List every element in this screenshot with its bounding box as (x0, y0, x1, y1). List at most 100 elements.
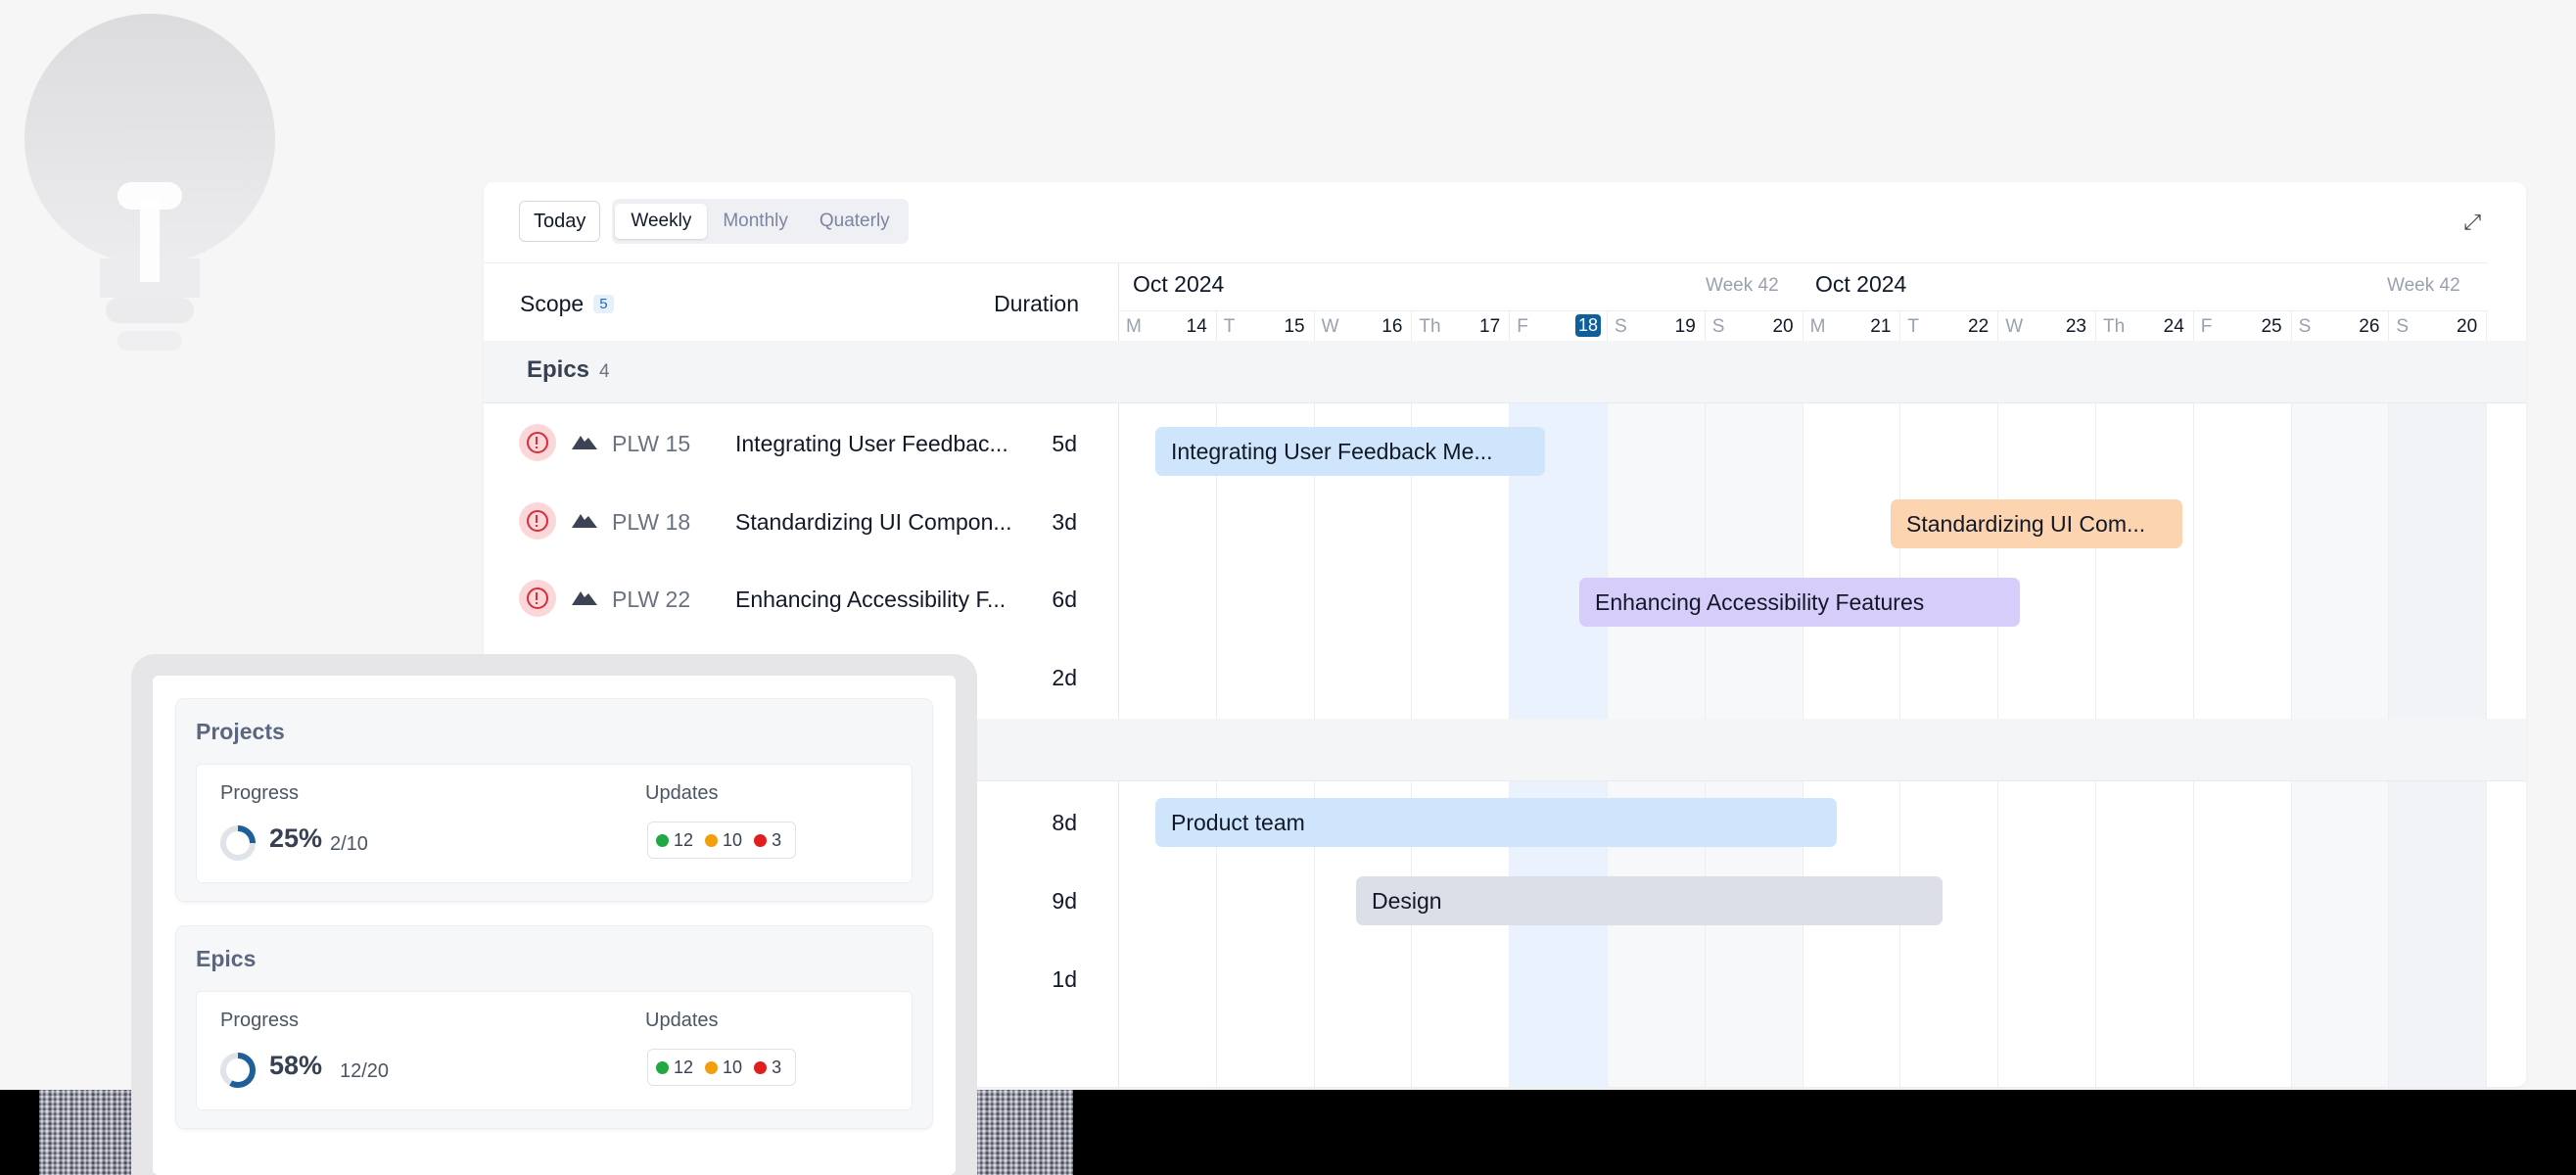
month-label: Oct 2024 (1133, 271, 1225, 297)
update-count-red: 3 (754, 1058, 781, 1078)
gantt-bar[interactable]: Design (1356, 876, 1943, 925)
day-number: 22 (1968, 316, 1990, 337)
day-number: 23 (2065, 316, 2086, 337)
progress-fraction: 12/20 (340, 1060, 390, 1082)
update-count-value: 10 (723, 1057, 743, 1077)
progress-fraction: 2/10 (330, 833, 368, 855)
issue-duration: 1d (1052, 966, 1077, 992)
update-count-red: 3 (754, 830, 781, 851)
day-header-cell: M 21 (1803, 311, 1901, 343)
day-number: 20 (2457, 316, 2478, 337)
gantt-bar[interactable]: Enhancing Accessibility Features (1579, 578, 2020, 627)
day-number: 17 (1479, 316, 1501, 337)
weekday-letter: S (1711, 316, 1725, 337)
epic-row[interactable]: PLW 22 Enhancing Accessibility F... 6d (484, 560, 1118, 637)
day-number: 25 (2261, 316, 2282, 337)
grid-column (1608, 341, 1706, 1087)
issue-name: Standardizing UI Compon... (735, 509, 1012, 535)
issue-key: PLW 22 (612, 587, 691, 612)
day-header-cell: S 19 (1608, 311, 1706, 343)
updates-label: Updates (645, 782, 719, 804)
urgent-priority-icon (519, 424, 556, 461)
grid-column (2194, 341, 2292, 1087)
day-header-cell: S 26 (2292, 311, 2390, 343)
issue-duration: 5d (1052, 431, 1077, 456)
issue-duration: 3d (1052, 509, 1077, 535)
epic-icon (572, 436, 597, 449)
update-count-orange: 10 (705, 830, 742, 851)
issue-name: Integrating User Feedbac... (735, 431, 1008, 456)
weekday-letter: F (2200, 316, 2213, 337)
week-label: Week 42 (2387, 275, 2460, 296)
weekday-letter: S (1615, 316, 1627, 337)
projects-summary: Projects Progress 25% 2/10 Updates 12 10… (176, 699, 932, 901)
orange-dot-icon (705, 1060, 719, 1074)
weekday-letter: Th (1419, 316, 1441, 337)
section-title: Epics (196, 946, 257, 971)
day-number: 24 (2163, 316, 2184, 337)
group-title: Epics 4 (527, 356, 610, 384)
day-number: 26 (2359, 316, 2380, 337)
toolbar: Today Weekly Monthly Quaterly (519, 199, 909, 244)
day-header-cell: T 22 (1900, 311, 1999, 343)
gantt-bar[interactable]: Standardizing UI Com... (1891, 499, 2182, 548)
summary-card: Projects Progress 25% 2/10 Updates 12 10… (131, 654, 977, 1175)
issue-key: PLW 15 (612, 431, 691, 456)
day-number: 14 (1186, 316, 1207, 337)
orange-dot-icon (705, 833, 719, 847)
weekday-letter: S (2298, 316, 2312, 337)
updates-pill[interactable]: 12 10 3 (647, 1049, 797, 1086)
gantt-bar[interactable]: Product team (1155, 798, 1837, 847)
update-count-value: 3 (772, 1057, 782, 1077)
weekday-letter: W (1321, 316, 1339, 337)
epic-row[interactable]: PLW 18 Standardizing UI Compon... 3d (484, 483, 1118, 560)
group-header-epics[interactable]: Epics 4 (484, 341, 2526, 403)
issue-duration: 8d (1052, 810, 1077, 835)
urgent-priority-icon (519, 502, 556, 540)
today-button[interactable]: Today (519, 201, 601, 242)
issue-key: PLW 18 (612, 509, 691, 535)
grid-column (1900, 341, 1999, 1087)
list-header: Scope 5 Duration (484, 262, 1118, 343)
group-count: 4 (599, 361, 610, 382)
day-header-cell: W 16 (1315, 311, 1413, 343)
weekday-letter: T (1907, 316, 1919, 337)
scope-header: Scope 5 (520, 291, 614, 317)
lightbulb-icon (24, 14, 275, 351)
updates-pill[interactable]: 12 10 3 (647, 822, 797, 859)
update-count-value: 12 (674, 1057, 694, 1077)
scope-label: Scope (520, 291, 585, 316)
grid-column (2389, 341, 2488, 1087)
expand-icon[interactable]: ⤢ (2463, 210, 2481, 235)
epic-row[interactable]: PLW 15 Integrating User Feedbac... 5d (484, 404, 1118, 482)
progress-ring-icon (220, 825, 256, 861)
day-header-cell: W 23 (1998, 311, 2096, 343)
section-title: Projects (196, 719, 285, 744)
update-count-green: 12 (656, 1058, 693, 1078)
day-header-cell: M 14 (1119, 311, 1217, 343)
weekday-letter: M (1126, 316, 1142, 337)
issue-duration: 9d (1052, 888, 1077, 914)
day-header-cell: S 20 (2389, 311, 2488, 343)
update-count-orange: 10 (705, 1058, 742, 1078)
tab-weekly[interactable]: Weekly (615, 204, 708, 239)
weekday-letter: Th (2103, 316, 2126, 337)
duration-header: Duration (994, 291, 1079, 316)
day-number: 19 (1674, 316, 1696, 337)
summary-panel: Projects Progress 25% 2/10 Updates 12 10… (153, 676, 956, 1175)
day-number: 21 (1870, 316, 1892, 337)
grid-column (1803, 341, 1901, 1087)
issue-duration: 2d (1052, 665, 1077, 690)
day-number: 16 (1382, 316, 1403, 337)
issue-name: Enhancing Accessibility F... (735, 587, 1007, 612)
green-dot-icon (656, 1060, 669, 1074)
tab-quaterly[interactable]: Quaterly (804, 204, 906, 239)
epics-summary: Epics Progress 58% 12/20 Updates 12 10 3 (176, 926, 932, 1128)
tab-monthly[interactable]: Monthly (707, 204, 804, 239)
gantt-bar[interactable]: Integrating User Feedback Me... (1155, 427, 1545, 476)
section-box: Progress 25% 2/10 Updates 12 10 3 (196, 764, 913, 883)
day-number: 20 (1772, 316, 1794, 337)
week-label: Week 42 (1706, 275, 1779, 296)
group-title-text: Epics (527, 356, 590, 383)
grid-column (2096, 341, 2194, 1087)
